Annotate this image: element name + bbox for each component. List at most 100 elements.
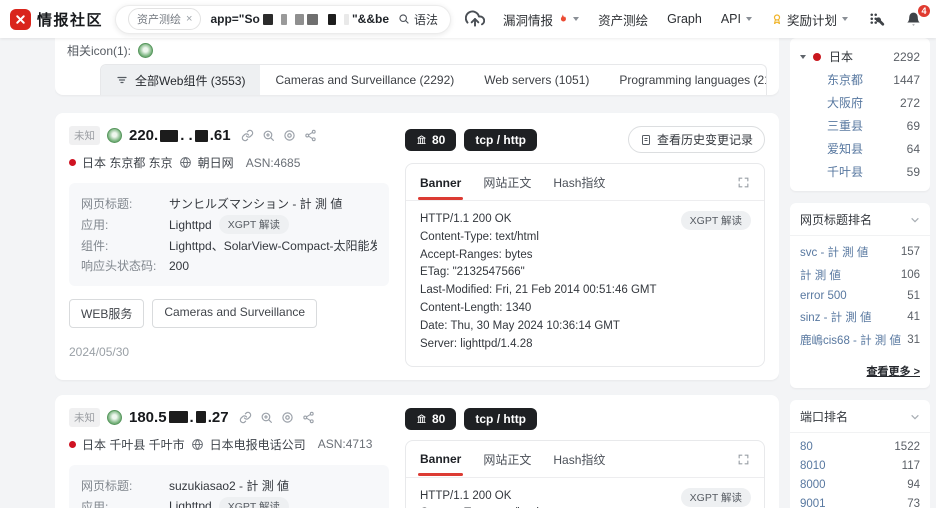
region-row[interactable]: 爱知县 64 <box>800 137 920 160</box>
search-input[interactable]: app="So "&&be <box>210 12 389 26</box>
results-column: 相关icon(1): 全部Web组件 (3553) Cameras and Su… <box>55 38 779 508</box>
tab-programming-languages[interactable]: Programming languages (210) <box>604 65 766 95</box>
nav-graph[interactable]: Graph <box>667 12 702 26</box>
tab-all-web-components[interactable]: 全部Web组件 (3553) <box>101 65 261 95</box>
tab-banner[interactable]: Banner <box>417 452 464 476</box>
chevron-down-icon <box>910 412 920 422</box>
zoom-search-icon[interactable] <box>260 411 273 424</box>
history-button[interactable]: 查看历史变更记录 <box>627 126 765 153</box>
port-rank-header[interactable]: 端口排名 <box>790 400 930 433</box>
tab-banner[interactable]: Banner <box>417 176 464 200</box>
tools-menu-icon[interactable] <box>867 10 886 29</box>
view-more-link[interactable]: 查看更多 > <box>790 357 930 388</box>
link-icon[interactable] <box>239 411 252 424</box>
app-name[interactable]: Lighttpd <box>169 499 212 508</box>
port-pill[interactable]: 80 <box>405 128 457 151</box>
isp-name[interactable]: 朝日网 <box>198 154 234 171</box>
zoom-search-icon[interactable] <box>262 129 275 142</box>
chevron-down-icon <box>842 17 848 21</box>
field-label: 网页标题: <box>81 197 133 211</box>
protocol-pill[interactable]: tcp / http <box>464 128 538 151</box>
xgpt-button[interactable]: XGPT 解读 <box>218 496 290 508</box>
network-graph-icon[interactable] <box>304 129 317 142</box>
tab-hash-fingerprint[interactable]: Hash指纹 <box>553 174 605 191</box>
rank-row[interactable]: svc - 計 測 値 157 <box>800 240 920 263</box>
expand-icon[interactable] <box>737 453 750 466</box>
tab-web-servers[interactable]: Web servers (1051) <box>469 65 604 95</box>
region-row[interactable]: 三重县 69 <box>800 114 920 137</box>
redaction-block <box>168 411 188 423</box>
region-row[interactable]: 东京都 1447 <box>800 68 920 91</box>
rank-row[interactable]: 計 測 値 106 <box>800 263 920 286</box>
asn-number[interactable]: ASN:4685 <box>246 156 301 170</box>
country-row[interactable]: 日本 2292 <box>800 45 920 68</box>
japan-flag-dot-icon <box>813 52 821 61</box>
rank-row[interactable]: 9001 73 <box>800 494 920 508</box>
country-name[interactable]: 日本 <box>829 48 853 65</box>
target-icon[interactable] <box>281 411 294 424</box>
protocol-pill[interactable]: tcp / http <box>464 407 538 430</box>
region-row[interactable]: 千叶县 59 <box>800 160 920 183</box>
geo-location: 日本 千叶县 千叶市 <box>82 437 185 452</box>
tag-close-icon[interactable]: × <box>186 13 192 25</box>
brand-x-icon <box>10 8 31 30</box>
tab-site-body[interactable]: 网站正文 <box>483 174 531 191</box>
banner-panel: Banner 网站正文 Hash指纹 HTTP/1.1 200 OK Conte… <box>405 439 765 508</box>
related-icon-label: 相关icon(1): <box>67 43 132 58</box>
tag-cameras[interactable]: Cameras and Surveillance <box>152 299 318 328</box>
xgpt-button[interactable]: XGPT 解读 <box>680 487 751 507</box>
filter-icon <box>117 76 127 84</box>
asn-number[interactable]: ASN:4713 <box>318 437 373 451</box>
xgpt-button[interactable]: XGPT 解读 <box>218 215 290 234</box>
rank-row[interactable]: error 500 51 <box>800 286 920 305</box>
history-doc-icon <box>641 134 650 145</box>
notifications-bell[interactable]: 4 <box>905 5 930 28</box>
tab-cameras-surveillance[interactable]: Cameras and Surveillance (2292) <box>260 65 469 95</box>
upload-cloud-icon[interactable] <box>465 9 486 29</box>
port-pill[interactable]: 80 <box>405 407 457 430</box>
tab-hash-fingerprint[interactable]: Hash指纹 <box>553 451 605 468</box>
target-icon[interactable] <box>283 129 296 142</box>
rank-row[interactable]: 8010 117 <box>800 456 920 475</box>
link-icon[interactable] <box>241 129 254 142</box>
region-row[interactable]: 大阪府 272 <box>800 91 920 114</box>
syntax-button[interactable]: 语法 <box>398 11 438 28</box>
search-bar[interactable]: 资产测绘 × app="So "&&be 语法 <box>115 4 452 34</box>
title-rank-header[interactable]: 网页标题排名 <box>790 203 930 236</box>
app-title: 情报社区 <box>37 11 104 29</box>
app-name[interactable]: Lighttpd <box>169 218 212 232</box>
redaction-block <box>262 13 273 25</box>
rank-row[interactable]: 8000 94 <box>800 475 920 494</box>
network-graph-icon[interactable] <box>302 411 315 424</box>
expand-icon[interactable] <box>737 176 750 189</box>
banner-tabs: Banner 网站正文 Hash指纹 <box>406 441 764 478</box>
site-favicon <box>107 128 122 143</box>
result-card: 未知 180.5 . .27 日本 千叶县 千叶市 日本电报电话公司 ASN:4… <box>55 394 779 508</box>
rank-row[interactable]: 80 1522 <box>800 437 920 456</box>
search-scope-tag[interactable]: 资产测绘 × <box>128 8 202 30</box>
rank-row[interactable]: 鹿嶋cis68 - 計 測 値 31 <box>800 328 920 351</box>
flame-icon <box>560 14 566 22</box>
asset-summary: 未知 220. . . .61 日本 东京都 东京 朝日网 ASN:4685 网… <box>69 126 389 367</box>
nav-api[interactable]: API <box>721 12 752 26</box>
tag-web-service[interactable]: WEB服务 <box>69 299 145 328</box>
field-label: 应用: <box>81 499 109 508</box>
redaction-block <box>307 13 318 25</box>
ip-address: 180.5 . .27 <box>129 408 229 426</box>
banner-column: 80 tcp / http 查看历史变更记录 Banner 网站正文 Hash指… <box>405 126 765 367</box>
location-row: 日本 东京都 东京 朝日网 ASN:4685 <box>69 154 389 171</box>
status-badge: 未知 <box>69 407 100 427</box>
xgpt-button[interactable]: XGPT 解读 <box>680 211 751 230</box>
isp-name[interactable]: 日本电报电话公司 <box>210 436 306 453</box>
nav-vuln-intel[interactable]: 漏洞情报 <box>503 10 580 29</box>
tab-site-body[interactable]: 网站正文 <box>483 451 531 468</box>
nav-reward-program[interactable]: 奖励计划 <box>771 10 848 29</box>
nav-asset-mapping[interactable]: 资产测绘 <box>598 10 648 29</box>
logo[interactable]: 情报社区 <box>10 8 104 30</box>
rank-row[interactable]: sinz - 計 測 値 41 <box>800 305 920 328</box>
redaction-block <box>194 129 208 142</box>
component-tabs: 全部Web组件 (3553) Cameras and Surveillance … <box>100 64 767 95</box>
isp-icon <box>179 156 192 169</box>
related-favicon[interactable] <box>138 42 154 58</box>
search-icon <box>399 14 409 24</box>
